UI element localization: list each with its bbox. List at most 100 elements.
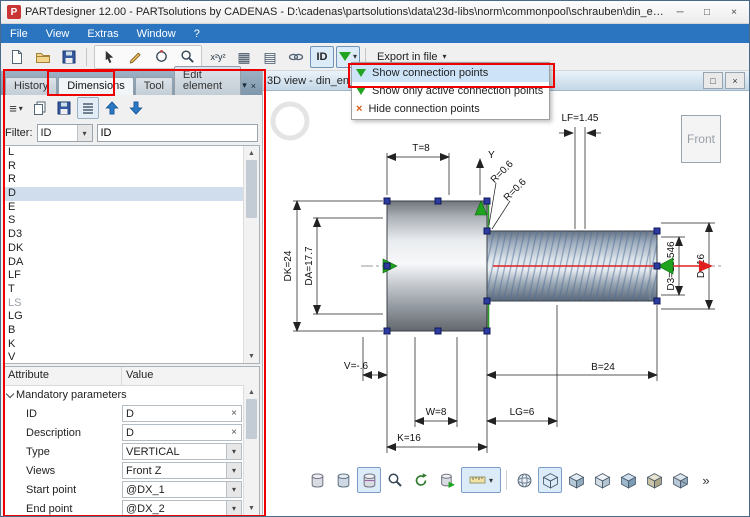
cube-view-5-button[interactable] <box>642 467 666 493</box>
views-select[interactable]: Front Z ▾ <box>122 462 242 479</box>
description-field[interactable]: D × <box>122 424 242 441</box>
menu-item-show-only-active[interactable]: Show only active connection points <box>352 82 549 100</box>
move-down-button[interactable] <box>125 97 147 119</box>
clear-icon[interactable]: × <box>227 408 241 419</box>
list-item[interactable]: T <box>4 283 259 297</box>
list-item[interactable]: V <box>4 351 259 364</box>
menu-view[interactable]: View <box>37 26 79 42</box>
list-item[interactable]: D3 <box>4 228 259 242</box>
id-button[interactable]: ID <box>310 46 334 68</box>
tab-tool[interactable]: Tool <box>135 77 173 95</box>
table-button[interactable]: ▦ <box>232 46 256 68</box>
list-item[interactable]: S <box>4 214 259 228</box>
move-up-button[interactable] <box>101 97 123 119</box>
tab-edit-element[interactable]: Edit element <box>174 66 241 95</box>
save-list-button[interactable] <box>53 97 75 119</box>
toolbar-overflow-button[interactable]: » <box>694 467 718 493</box>
list-view-button[interactable] <box>77 97 99 119</box>
chevron-down-icon[interactable]: ▾ <box>226 463 241 478</box>
zoom-tool-button[interactable] <box>175 46 199 68</box>
measure-dropdown-button[interactable]: ▾ <box>461 467 501 493</box>
scroll-down-icon[interactable]: ▼ <box>244 501 259 515</box>
group-row-mandatory[interactable]: Mandatory parameters <box>4 386 259 404</box>
panel-close-icon[interactable]: × <box>251 81 256 91</box>
menu-extras[interactable]: Extras <box>78 26 127 42</box>
tab-history[interactable]: History <box>5 77 57 95</box>
list-item[interactable]: LG <box>4 310 259 324</box>
cube-view-3-button[interactable] <box>590 467 614 493</box>
rotate-view-button[interactable] <box>409 467 433 493</box>
list-item[interactable]: K <box>4 338 259 352</box>
chevron-down-icon[interactable]: ▾ <box>226 444 241 459</box>
scroll-up-icon[interactable]: ▲ <box>244 146 259 160</box>
menu-bar: File View Extras Window ? <box>1 24 749 43</box>
cube-view-2-button[interactable] <box>564 467 588 493</box>
tab-dimensions[interactable]: Dimensions <box>58 77 133 95</box>
formula-button[interactable]: x²y² <box>206 46 230 68</box>
cube-view-3-icon <box>594 472 611 489</box>
copy-icon <box>32 100 48 116</box>
view-menu-button[interactable]: ≡ ▾ <box>5 97 27 119</box>
cylinder-export-button[interactable] <box>435 467 459 493</box>
list-item[interactable]: LS <box>4 297 259 311</box>
chevron-down-icon[interactable]: ▾ <box>226 482 241 497</box>
clear-icon[interactable]: × <box>227 427 241 438</box>
save-button[interactable] <box>57 46 81 68</box>
circle-tool-button[interactable] <box>149 46 173 68</box>
link-button[interactable] <box>284 46 308 68</box>
list-scrollbar[interactable]: ▲ ▼ <box>243 146 259 363</box>
menu-window[interactable]: Window <box>128 26 185 42</box>
end-point-select[interactable]: @DX_2 ▾ <box>122 500 242 516</box>
list-item[interactable]: LF <box>4 269 259 283</box>
cylinder-view-3-button[interactable] <box>357 467 381 493</box>
green-arrow-icon <box>356 69 366 77</box>
3d-canvas[interactable]: T=8 Y LF=1.45 R=0.6 R=0.6 DK=24 DA=17.7 … <box>263 91 749 517</box>
list-item[interactable]: DK <box>4 242 259 256</box>
menu-help[interactable]: ? <box>185 26 209 42</box>
filter-input[interactable] <box>97 124 259 142</box>
list-item[interactable]: E <box>4 201 259 215</box>
list-item[interactable]: B <box>4 324 259 338</box>
maximize-button[interactable]: □ <box>694 3 720 21</box>
viewport-maximize-button[interactable]: □ <box>703 72 723 89</box>
scroll-up-icon[interactable]: ▲ <box>244 385 259 399</box>
cube-view-1-button[interactable] <box>538 467 562 493</box>
list-item[interactable]: R <box>4 173 259 187</box>
start-point-select[interactable]: @DX_1 ▾ <box>122 481 242 498</box>
chevron-down-icon[interactable]: ▾ <box>226 501 241 516</box>
pencil-tool-button[interactable] <box>123 46 147 68</box>
table-edit-button[interactable]: ▤ <box>258 46 282 68</box>
list-item[interactable]: L <box>4 146 259 160</box>
id-field[interactable]: D × <box>122 405 242 422</box>
list-item-selected[interactable]: D <box>4 187 259 201</box>
menu-item-hide-connection-points[interactable]: × Hide connection points <box>352 100 549 118</box>
field-value: Front Z <box>126 465 161 477</box>
new-document-button[interactable] <box>5 46 29 68</box>
menu-item-show-connection-points[interactable]: Show connection points <box>352 64 549 82</box>
filter-combo[interactable]: ID ▾ <box>37 124 93 142</box>
close-button[interactable]: × <box>721 3 747 21</box>
scrollbar-thumb[interactable] <box>246 160 257 218</box>
front-view-label[interactable]: Front <box>681 115 721 163</box>
list-item[interactable]: DA <box>4 256 259 270</box>
pin-icon[interactable]: ▾ <box>242 80 247 91</box>
minimize-button[interactable]: ─ <box>667 3 693 21</box>
list-item[interactable]: R <box>4 160 259 174</box>
copy-button[interactable] <box>29 97 51 119</box>
select-tool-button[interactable] <box>97 46 121 68</box>
scrollbar-thumb[interactable] <box>246 399 257 439</box>
sphere-mesh-button[interactable] <box>512 467 536 493</box>
grid-scrollbar[interactable]: ▲ ▼ <box>243 385 259 515</box>
cube-view-4-button[interactable] <box>616 467 640 493</box>
move-down-icon <box>128 100 144 116</box>
cylinder-view-1-button[interactable] <box>305 467 329 493</box>
viewport-close-button[interactable]: × <box>725 72 745 89</box>
type-select[interactable]: VERTICAL ▾ <box>122 443 242 460</box>
scroll-down-icon[interactable]: ▼ <box>244 349 259 363</box>
menu-file[interactable]: File <box>1 26 37 42</box>
open-button[interactable] <box>31 46 55 68</box>
panel-window-controls: ▾ × <box>242 80 260 95</box>
viewport-zoom-button[interactable] <box>383 467 407 493</box>
cube-view-6-button[interactable] <box>668 467 692 493</box>
cylinder-view-2-button[interactable] <box>331 467 355 493</box>
